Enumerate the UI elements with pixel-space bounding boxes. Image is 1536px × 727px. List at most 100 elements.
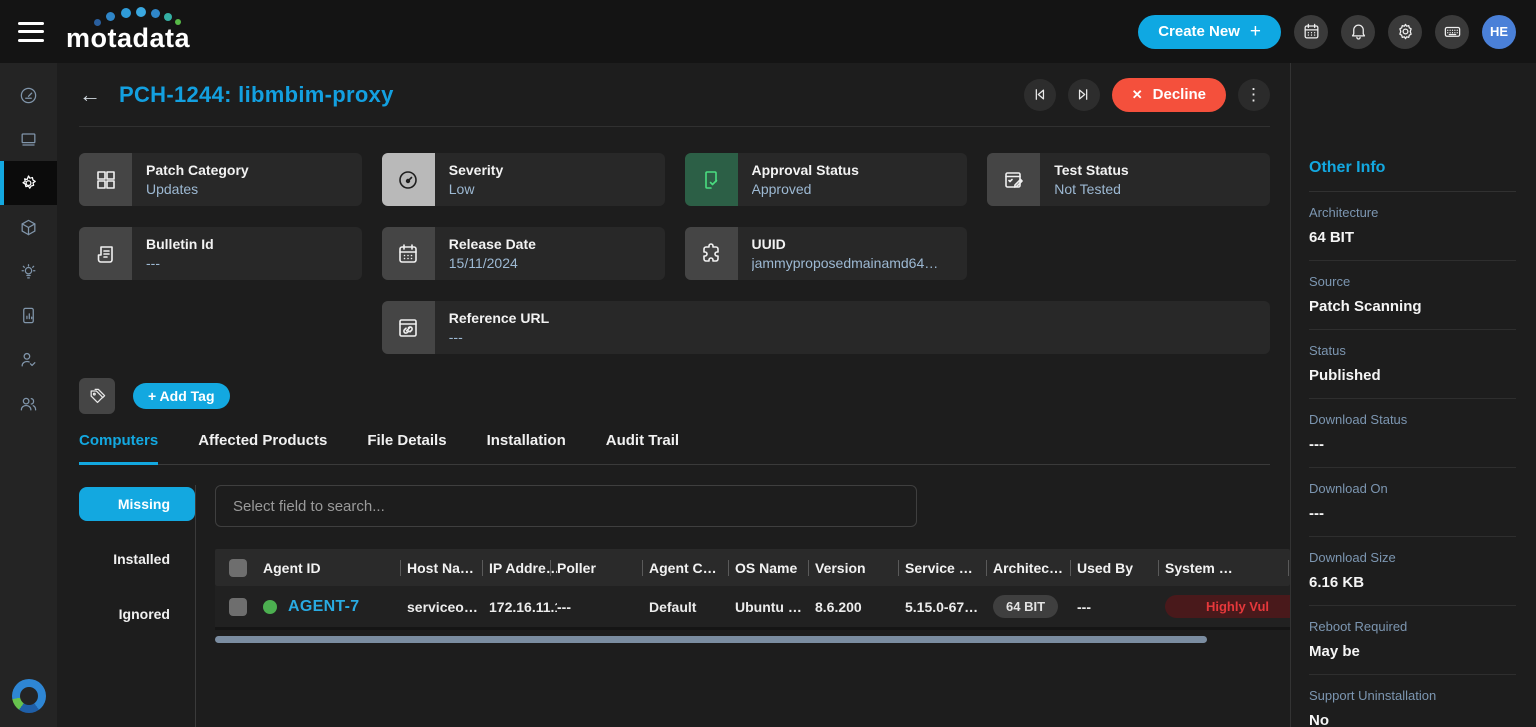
column-header[interactable]: Used By [1077, 560, 1165, 576]
card-label: Severity [449, 162, 503, 178]
info-item-reboot-required: Reboot Required May be [1309, 606, 1516, 675]
column-header[interactable]: OS Name [735, 560, 815, 576]
info-label: Support Uninstallation [1309, 688, 1516, 703]
sidebar-item-users[interactable] [0, 381, 57, 425]
dashboard-gauge-icon [19, 86, 38, 105]
architecture-badge: 64 BIT [993, 595, 1058, 618]
card-label: UUID [752, 236, 939, 252]
sidebar-item-packages[interactable] [0, 205, 57, 249]
card-value: Not Tested [1054, 181, 1128, 197]
left-sidebar [0, 63, 57, 727]
column-header[interactable]: Service … [905, 560, 993, 576]
column-header[interactable]: Agent ID [257, 560, 407, 576]
create-new-label: Create New [1158, 23, 1240, 40]
info-value: Patch Scanning [1309, 298, 1516, 315]
search-input[interactable] [215, 485, 917, 527]
info-value: No [1309, 712, 1516, 727]
select-all-checkbox[interactable] [229, 559, 247, 577]
patch-gear-icon [19, 174, 38, 193]
table-header-row: Agent ID Host Na… IP Addre… Poller Agent… [215, 549, 1290, 586]
card-approval-status: Approval Status Approved [685, 153, 968, 206]
card-label: Approval Status [752, 162, 859, 178]
card-value: --- [146, 255, 214, 271]
settings-button[interactable] [1388, 15, 1422, 49]
users-group-icon [19, 394, 38, 413]
panel-collapse-button[interactable] [1290, 147, 1291, 189]
notifications-button[interactable] [1341, 15, 1375, 49]
horizontal-scrollbar[interactable] [215, 636, 1207, 643]
topbar: motadata Create New + HE [0, 0, 1536, 63]
info-value: 6.16 KB [1309, 574, 1516, 591]
sidebar-item-insights[interactable] [0, 249, 57, 293]
skip-previous-icon [1030, 85, 1049, 104]
create-new-button[interactable]: Create New + [1138, 15, 1281, 49]
service-pack-cell: 5.15.0-67… [905, 599, 993, 615]
column-header[interactable]: Host Na… [407, 560, 489, 576]
subtab-missing[interactable]: Missing [79, 487, 195, 521]
more-options-button[interactable]: ⋮ [1238, 79, 1270, 111]
sidebar-item-user-approval[interactable] [0, 337, 57, 381]
card-value: Low [449, 181, 503, 197]
host-name-cell: serviceo… [407, 599, 489, 615]
info-label: Download Size [1309, 550, 1516, 565]
report-document-icon [19, 306, 38, 325]
hamburger-menu-icon[interactable] [18, 22, 44, 42]
back-arrow-icon[interactable]: ← [79, 82, 101, 108]
info-item-status: Status Published [1309, 330, 1516, 399]
card-severity: Severity Low [382, 153, 665, 206]
sidebar-item-reports[interactable] [0, 293, 57, 337]
info-value: May be [1309, 643, 1516, 660]
info-label: Download Status [1309, 412, 1516, 427]
card-value: Updates [146, 181, 249, 197]
patch-detail-cards: Patch Category Updates Severity Low Appr… [79, 153, 1270, 354]
add-tag-button[interactable]: + Add Tag [133, 383, 230, 409]
info-value: 64 BIT [1309, 229, 1516, 246]
architecture-cell: 64 BIT [993, 595, 1077, 618]
column-header[interactable]: Agent C… [649, 560, 735, 576]
row-checkbox[interactable] [229, 598, 247, 616]
decline-button[interactable]: ✕ Decline [1112, 78, 1226, 112]
grid-icon [79, 153, 132, 206]
info-value: --- [1309, 505, 1516, 522]
select-all-cell [215, 559, 257, 577]
agent-category-cell: Default [649, 599, 735, 615]
card-label: Patch Category [146, 162, 249, 178]
link-window-icon [382, 301, 435, 354]
info-label: Status [1309, 343, 1516, 358]
plus-icon: + [1250, 21, 1261, 43]
sidebar-item-dashboard[interactable] [0, 73, 57, 117]
sidebar-item-patch[interactable] [0, 161, 57, 205]
table-row[interactable]: AGENT-7 serviceo… 172.16.11.1… --- Defau… [215, 586, 1290, 630]
user-check-icon [19, 350, 38, 369]
column-header[interactable]: IP Addre… [489, 560, 557, 576]
card-uuid: UUID jammyproposedmainamd64… [685, 227, 968, 280]
column-header[interactable]: System … [1165, 560, 1290, 576]
calendar-icon [382, 227, 435, 280]
previous-record-button[interactable] [1024, 79, 1056, 111]
lightbulb-icon [19, 262, 38, 281]
agent-id-link[interactable]: AGENT-7 [288, 598, 359, 616]
card-label: Reference URL [449, 310, 549, 326]
tab-audit-trail[interactable]: Audit Trail [606, 432, 679, 465]
tab-computers[interactable]: Computers [79, 432, 158, 465]
column-header[interactable]: Architec… [993, 560, 1077, 576]
calendar-button[interactable] [1294, 15, 1328, 49]
card-label: Release Date [449, 236, 536, 252]
sidebar-item-devices[interactable] [0, 117, 57, 161]
user-avatar[interactable]: HE [1482, 15, 1516, 49]
subtab-ignored[interactable]: Ignored [79, 597, 195, 631]
tab-affected-products[interactable]: Affected Products [198, 432, 327, 465]
next-record-button[interactable] [1068, 79, 1100, 111]
keyboard-icon [1443, 22, 1462, 41]
puzzle-icon [685, 227, 738, 280]
info-item-download-status: Download Status --- [1309, 399, 1516, 468]
logo-text: motadata [66, 23, 190, 53]
column-header[interactable]: Version [815, 560, 905, 576]
keyboard-button[interactable] [1435, 15, 1469, 49]
info-item-download-on: Download On --- [1309, 468, 1516, 537]
tab-installation[interactable]: Installation [487, 432, 566, 465]
subtab-installed[interactable]: Installed [79, 542, 195, 576]
tab-file-details[interactable]: File Details [367, 432, 446, 465]
column-header[interactable]: Poller [557, 560, 649, 576]
tags-icon [79, 378, 115, 414]
